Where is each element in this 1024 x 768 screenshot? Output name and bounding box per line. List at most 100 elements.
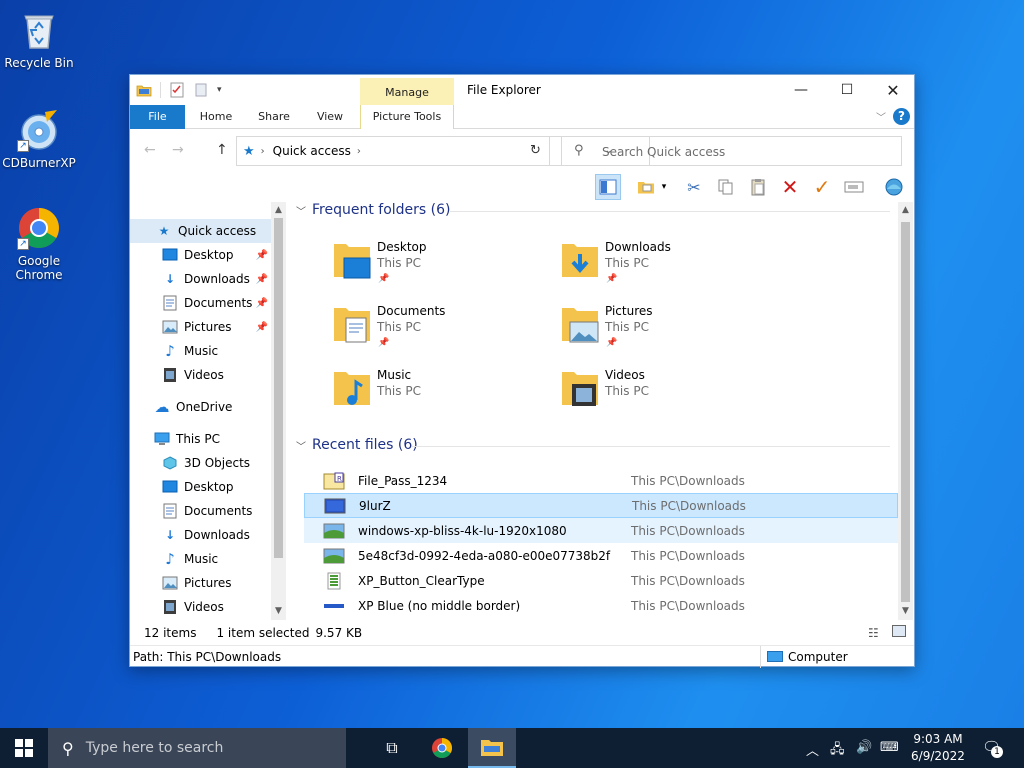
group-header-recent[interactable]: ﹀ Recent files (6)	[296, 437, 418, 453]
nav-item-pc-pictures[interactable]: Pictures	[130, 571, 272, 595]
nav-item-label: Documents	[184, 504, 253, 518]
nav-item-label: 3D Objects	[184, 456, 251, 470]
collapse-ribbon-icon[interactable]: ﹀	[876, 109, 886, 124]
large-icons-view-icon[interactable]	[892, 625, 906, 637]
nav-item-pictures[interactable]: Pictures 📌	[130, 315, 272, 339]
chevron-right-icon[interactable]: ›	[261, 146, 265, 157]
content-scrollbar[interactable]: ▲ ▼	[898, 202, 913, 620]
properties-icon[interactable]	[169, 82, 185, 98]
chevron-right-icon[interactable]: ›	[357, 146, 361, 157]
ribbon-tabs: File Home Share View Picture Tools ﹀ ?	[130, 105, 914, 129]
chevron-down-icon[interactable]: ▾	[658, 174, 670, 200]
content-pane: ﹀ Frequent folders (6) Desktop This PC 📌…	[290, 202, 913, 620]
taskbar-search-box[interactable]: ⚲ Type here to search	[48, 728, 346, 768]
apply-checkmark-icon[interactable]: ✓	[809, 174, 835, 200]
keyboard-icon[interactable]: ⌨	[880, 740, 899, 755]
tab-picture-tools[interactable]: Picture Tools	[360, 105, 454, 129]
group-header-frequent[interactable]: ﹀ Frequent folders (6)	[296, 202, 451, 218]
preview-pane-icon[interactable]	[595, 174, 621, 200]
recent-file-row-selected[interactable]: 9lurZ This PC\Downloads	[304, 493, 898, 518]
recent-file-row[interactable]: 5e48cf3d-0992-4eda-a080-e00e07738b2f Thi…	[304, 543, 898, 568]
scroll-up-icon[interactable]: ▲	[271, 205, 286, 215]
frequent-folder-tile[interactable]: Downloads This PC 📌	[548, 234, 768, 294]
nav-item-pc-documents[interactable]: Documents	[130, 499, 272, 523]
tab-file[interactable]: File	[130, 105, 185, 129]
desktop-icon-cdburnerxp[interactable]: ↗ CDBurnerXP	[1, 108, 77, 170]
recent-file-row[interactable]: XP Blue (no middle border) This PC\Downl…	[304, 593, 898, 618]
shell-icon[interactable]	[881, 174, 907, 200]
nav-item-onedrive[interactable]: ☁ OneDrive	[130, 395, 272, 419]
customize-qat-icon[interactable]: ▾	[217, 85, 222, 95]
blue-bar-file-icon	[322, 597, 346, 615]
chevron-down-icon[interactable]: ﹀	[296, 438, 306, 453]
frequent-folder-tile[interactable]: Desktop This PC 📌	[320, 234, 540, 294]
up-arrow-icon[interactable]: ↑	[216, 142, 228, 158]
details-view-icon[interactable]: ☷	[868, 626, 879, 640]
desktop-icon-recycle-bin[interactable]: Recycle Bin	[1, 8, 77, 70]
taskbar-file-explorer-button[interactable]	[468, 728, 516, 768]
frequent-folder-tile[interactable]: Documents This PC 📌	[320, 298, 540, 358]
nav-item-documents[interactable]: Documents 📌	[130, 291, 272, 315]
delete-icon[interactable]: ✕	[777, 174, 803, 200]
search-box[interactable]: ⚲ Search Quick access	[561, 136, 902, 166]
nav-item-pc-downloads[interactable]: ↓ Downloads	[130, 523, 272, 547]
nav-item-music[interactable]: ♪ Music	[130, 339, 272, 363]
nav-item-pc-music[interactable]: ♪ Music	[130, 547, 272, 571]
minimize-button[interactable]: —	[778, 75, 824, 105]
manage-contextual-tab[interactable]: Manage	[360, 78, 454, 105]
chrome-icon: ↗	[17, 206, 61, 250]
tab-share[interactable]: Share	[250, 105, 298, 129]
nav-item-quick-access[interactable]: ★ Quick access	[130, 219, 272, 243]
pin-icon: 📌	[378, 274, 390, 284]
frequent-folder-tile[interactable]: Videos This PC	[548, 362, 768, 422]
taskbar-chrome-button[interactable]	[420, 728, 464, 768]
new-folder-icon[interactable]	[193, 82, 209, 98]
chevron-down-icon[interactable]: ﹀	[296, 203, 306, 218]
desktop-icon-chrome[interactable]: ↗ Google Chrome	[1, 206, 77, 282]
cut-icon[interactable]: ✂	[681, 174, 707, 200]
action-center-button[interactable]: 🗨 1	[982, 738, 1004, 758]
quick-access-star-icon: ★	[243, 143, 255, 159]
paste-icon[interactable]	[745, 174, 771, 200]
nav-item-desktop[interactable]: Desktop 📌	[130, 243, 272, 267]
documents-icon	[162, 503, 178, 519]
clock[interactable]: 9:03 AM 6/9/2022	[905, 731, 971, 765]
nav-item-3d-objects[interactable]: 3D Objects	[130, 451, 272, 475]
copy-icon[interactable]	[713, 174, 739, 200]
tab-view[interactable]: View	[306, 105, 354, 129]
forward-arrow-icon[interactable]: →	[172, 142, 184, 158]
frequent-folder-tile[interactable]: Pictures This PC 📌	[548, 298, 768, 358]
recent-file-row[interactable]: windows-xp-bliss-4k-lu-1920x1080 This PC…	[304, 518, 898, 543]
scroll-up-icon[interactable]: ▲	[898, 205, 913, 215]
tile-name: Videos	[605, 368, 645, 382]
nav-item-this-pc[interactable]: This PC	[130, 427, 272, 451]
nav-item-downloads[interactable]: ↓ Downloads 📌	[130, 267, 272, 291]
help-icon[interactable]: ?	[893, 108, 910, 125]
recent-file-row[interactable]: R File_Pass_1234 This PC\Downloads	[304, 468, 898, 493]
back-arrow-icon[interactable]: ←	[144, 142, 156, 158]
maximize-button[interactable]: ☐	[824, 75, 870, 105]
tab-home[interactable]: Home	[192, 105, 240, 129]
scroll-down-icon[interactable]: ▼	[271, 606, 286, 616]
show-hidden-icons-icon[interactable]: ︿	[806, 740, 819, 759]
rename-icon[interactable]	[841, 174, 867, 200]
scrollbar-thumb[interactable]	[274, 218, 283, 558]
volume-icon[interactable]: 🔊	[856, 740, 872, 755]
network-icon[interactable]: 🖧	[830, 740, 845, 762]
navpane-scrollbar[interactable]: ▲ ▼	[271, 202, 286, 620]
pin-icon: 📌	[255, 297, 268, 309]
refresh-button[interactable]: ↻	[522, 136, 550, 166]
start-button[interactable]	[0, 728, 48, 768]
scrollbar-thumb[interactable]	[901, 222, 910, 602]
recent-file-row[interactable]: XP_Button_ClearType This PC\Downloads	[304, 568, 898, 593]
nav-item-videos[interactable]: Videos	[130, 363, 272, 387]
nav-item-pc-desktop[interactable]: Desktop	[130, 475, 272, 499]
close-button[interactable]: ✕	[870, 75, 916, 105]
nav-item-pc-videos[interactable]: Videos	[130, 595, 272, 619]
nav-item-label: Videos	[184, 600, 224, 614]
task-view-button[interactable]: ⧉	[370, 728, 414, 768]
frequent-folder-tile[interactable]: Music This PC	[320, 362, 540, 422]
new-item-icon[interactable]	[633, 174, 659, 200]
breadcrumb-quick-access[interactable]: Quick access	[273, 144, 351, 158]
scroll-down-icon[interactable]: ▼	[898, 606, 913, 616]
